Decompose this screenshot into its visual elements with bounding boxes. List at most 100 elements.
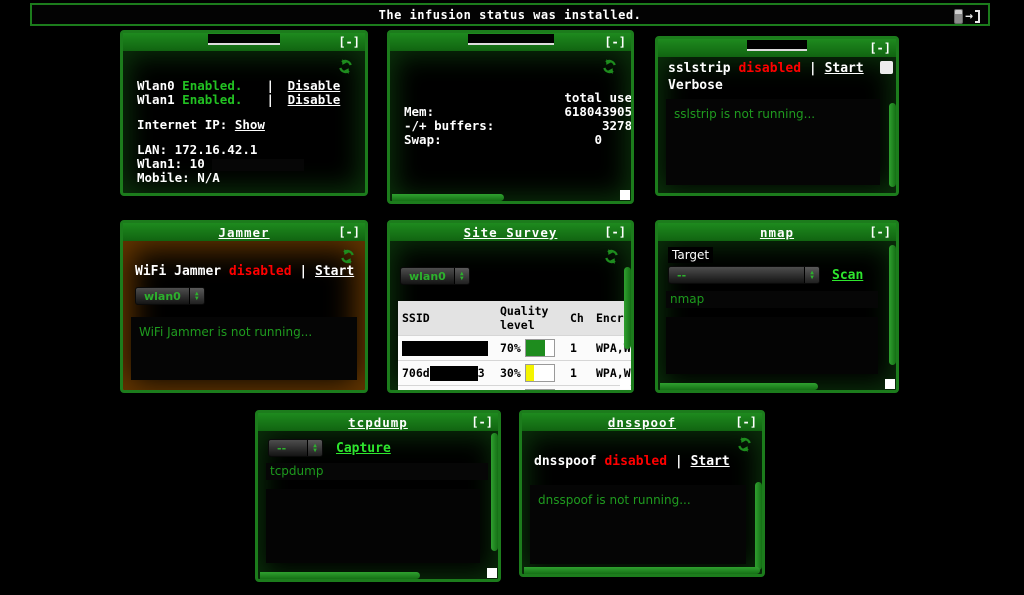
collapse-button[interactable]: [-] [338,225,360,239]
vertical-scrollbar-thumb[interactable] [755,482,762,570]
scan-link[interactable]: Scan [832,268,863,283]
survey-row[interactable]: 70% 1 WPA,WPA2 [398,336,631,361]
survey-row[interactable]: 706d3 30% 1 WPA,WPA2 [398,361,631,386]
show-ip-link[interactable]: Show [235,117,265,132]
panel-title: dnsspoof [608,415,676,430]
sslstrip-status: disabled [738,61,801,76]
wlan0-status-line: Wlan0 Enabled. | Disable [137,79,365,93]
horizontal-scrollbar-thumb[interactable] [260,572,420,579]
nmap-target-select[interactable]: -- ▲ ▼ [668,266,820,284]
status-panel-header[interactable]: [-] [123,33,365,51]
site-survey-panel: Site Survey [-] wlan0 ▲ ▼ SSID Quality l… [387,220,634,393]
dnsspoof-panel: dnsspoof [-] dnsspoof disabled | Start d… [519,410,765,577]
sslstrip-panel-header[interactable]: [-] [658,39,896,57]
nmap-output [666,317,878,374]
wlan1-disable-link[interactable]: Disable [288,92,341,107]
redacted-ssid [402,341,488,356]
memory-row-label: Mem: [404,105,512,119]
nmap-panel-header[interactable]: nmap [-] [658,223,896,241]
buffers-total [512,119,602,133]
collapse-button[interactable]: [-] [869,225,891,239]
dnsspoof-panel-header[interactable]: dnsspoof [-] [522,413,762,431]
vertical-scrollbar-thumb[interactable] [889,103,896,187]
vertical-scrollbar-thumb[interactable] [624,267,631,349]
col-quality: Quality level [496,301,566,336]
wlan1-status-line: Wlan1 Enabled. | Disable [137,93,365,107]
site-survey-panel-header[interactable]: Site Survey [-] [390,223,631,241]
verbose-checkbox[interactable] [880,61,893,74]
vertical-scrollbar-thumb[interactable] [889,245,896,365]
quality-bar [525,364,555,382]
tcpdump-panel-header[interactable]: tcpdump [-] [258,413,498,431]
resize-grip[interactable] [487,568,497,578]
redacted-value [212,159,304,171]
tcpdump-interface-select[interactable]: -- ▲ ▼ [268,439,323,457]
dnsspoof-start-link[interactable]: Start [691,454,730,469]
jammer-panel-body: WiFi Jammer disabled | Start wlan0 ▲ ▼ W… [123,241,365,390]
ssid-cell [398,336,496,361]
tcpdump-tool-label: tcpdump [266,463,488,480]
tcpdump-panel: tcpdump [-] -- ▲ ▼ Capture tcpdump [255,410,501,582]
ssid-cell [398,386,496,391]
ssid-cell: 706d3 [398,361,496,386]
select-spinner-icon: ▲ ▼ [189,288,204,304]
refresh-icon[interactable] [737,437,752,452]
collapse-button[interactable]: [-] [869,41,891,55]
resources-panel-body: total used Mem: 61804 39052 -/+ buffers:… [390,51,631,201]
horizontal-scrollbar-thumb[interactable] [524,567,760,574]
wlan0-disable-link[interactable]: Disable [288,78,341,93]
collapse-button[interactable]: [-] [604,35,626,49]
horizontal-scrollbar-thumb[interactable] [392,194,504,201]
sslstrip-panel: [-] sslstrip disabled | Start Verbose ss… [655,36,899,196]
dnsspoof-status: disabled [604,454,667,469]
refresh-icon[interactable] [340,249,355,264]
quality-bar [525,339,555,357]
survey-interface-select[interactable]: wlan0 ▲ ▼ [400,267,470,285]
wlan0-state: Enabled. [182,78,242,93]
quality-cell: 30% [496,361,566,386]
collapse-button[interactable]: [-] [338,35,360,49]
memory-col-total: total [512,91,602,105]
refresh-icon[interactable] [604,249,619,264]
resources-panel-header[interactable]: [-] [390,33,631,51]
jammer-interface-select[interactable]: wlan0 ▲ ▼ [135,287,205,305]
sslstrip-output: sslstrip is not running... [666,99,880,185]
select-value: -- [269,440,307,456]
resize-grip[interactable] [885,379,895,389]
buffers-used: 32784 [602,119,631,133]
banner-message: The infusion status was installed. [379,8,642,22]
logout-arrow-icon[interactable]: → [965,10,973,23]
collapse-button[interactable]: [-] [604,225,626,239]
redacted-panel-title [747,40,807,51]
col-channel: Ch [566,301,592,336]
wlan1-clients-line: Wlan1: 10 [137,157,365,171]
col-ssid: SSID [398,301,496,336]
tcpdump-output [266,489,480,563]
nmap-panel: nmap [-] Target -- ▲ ▼ Scan nmap [655,220,899,393]
horizontal-scrollbar-thumb[interactable] [660,383,818,390]
capture-link[interactable]: Capture [336,441,391,456]
site-survey-panel-body: wlan0 ▲ ▼ SSID Quality level Ch Encrypti… [390,241,631,390]
collapse-button[interactable]: [-] [735,415,757,429]
collapse-button[interactable]: [-] [471,415,493,429]
target-label: Target [668,247,713,263]
nmap-tool-label: nmap [666,291,878,308]
logout-bracket-icon[interactable] [975,10,980,23]
sslstrip-start-link[interactable]: Start [825,61,864,76]
survey-row[interactable]: 70% 6 WPA2 [398,386,631,391]
vertical-scrollbar-thumb[interactable] [491,433,498,551]
refresh-icon[interactable] [602,59,617,74]
memory-total: 61804 [512,105,602,119]
banner-icons: → [954,9,980,24]
jammer-panel: Jammer [-] WiFi Jammer disabled | Start … [120,220,368,393]
resize-grip[interactable] [620,190,630,200]
status-panel-body: Wlan0 Enabled. | Disable Wlan1 Enabled. … [123,51,365,193]
jammer-start-link[interactable]: Start [315,264,354,279]
mobile-device-icon[interactable] [954,9,963,24]
jammer-status-line: WiFi Jammer disabled | Start [135,265,354,279]
resize-grip[interactable] [620,379,630,389]
refresh-icon[interactable] [338,59,353,74]
nmap-panel-body: Target -- ▲ ▼ Scan nmap [658,241,896,390]
panel-title: Jammer [218,225,269,240]
jammer-panel-header[interactable]: Jammer [-] [123,223,365,241]
